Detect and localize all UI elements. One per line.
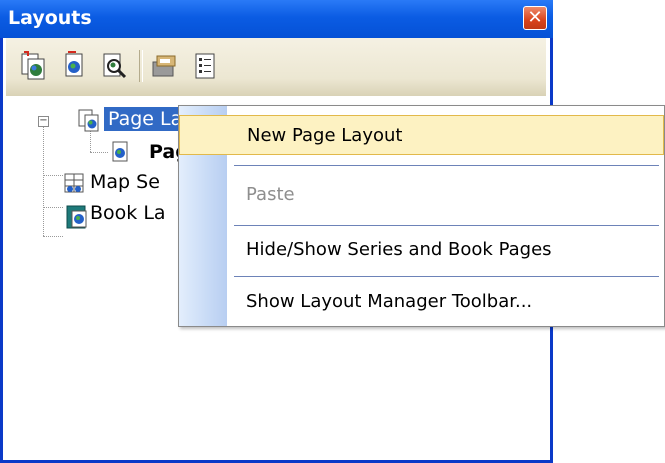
new-layout-icon[interactable]: [18, 50, 52, 82]
tree-connector: [43, 207, 63, 208]
tree-connector: [43, 126, 44, 236]
tree-item-label: Map Se: [90, 171, 160, 193]
properties-icon[interactable]: [148, 50, 182, 82]
close-icon[interactable]: ✕: [523, 6, 547, 30]
toolbar-separator: [139, 50, 143, 82]
page-icon: [110, 141, 132, 163]
menu-separator: [234, 165, 659, 166]
menu-separator: [234, 276, 659, 277]
preview-icon[interactable]: [98, 50, 132, 82]
tree-connector: [43, 236, 63, 237]
menu-separator: [234, 225, 659, 226]
layouts-toolbar: [6, 38, 546, 97]
tree-connector: [43, 175, 63, 176]
tree-item-label: Page La: [104, 107, 187, 131]
tree-connector: [90, 152, 108, 153]
menu-item-show-toolbar[interactable]: Show Layout Manager Toolbar...: [179, 282, 664, 322]
panel-title: Layouts: [8, 7, 92, 29]
page-layouts-icon: [78, 109, 100, 132]
new-page-icon[interactable]: [58, 50, 92, 82]
map-series-icon: [64, 172, 86, 194]
book-layouts-icon: [64, 204, 87, 229]
list-view-icon[interactable]: [188, 50, 222, 82]
menu-item-label: New Page Layout: [247, 125, 403, 146]
menu-item-label: Hide/Show Series and Book Pages: [246, 239, 552, 260]
context-menu: New Page Layout Paste Hide/Show Series a…: [178, 105, 665, 327]
menu-item-hide-show-series[interactable]: Hide/Show Series and Book Pages: [179, 230, 664, 270]
menu-item-new-page-layout[interactable]: New Page Layout: [179, 115, 664, 155]
menu-item-paste[interactable]: Paste: [179, 175, 664, 215]
panel-titlebar[interactable]: Layouts ✕: [0, 0, 553, 38]
tree-item-label: Book La: [90, 202, 166, 224]
collapse-toggle[interactable]: −: [38, 116, 49, 127]
menu-item-label: Paste: [246, 184, 295, 205]
menu-item-label: Show Layout Manager Toolbar...: [246, 291, 533, 312]
